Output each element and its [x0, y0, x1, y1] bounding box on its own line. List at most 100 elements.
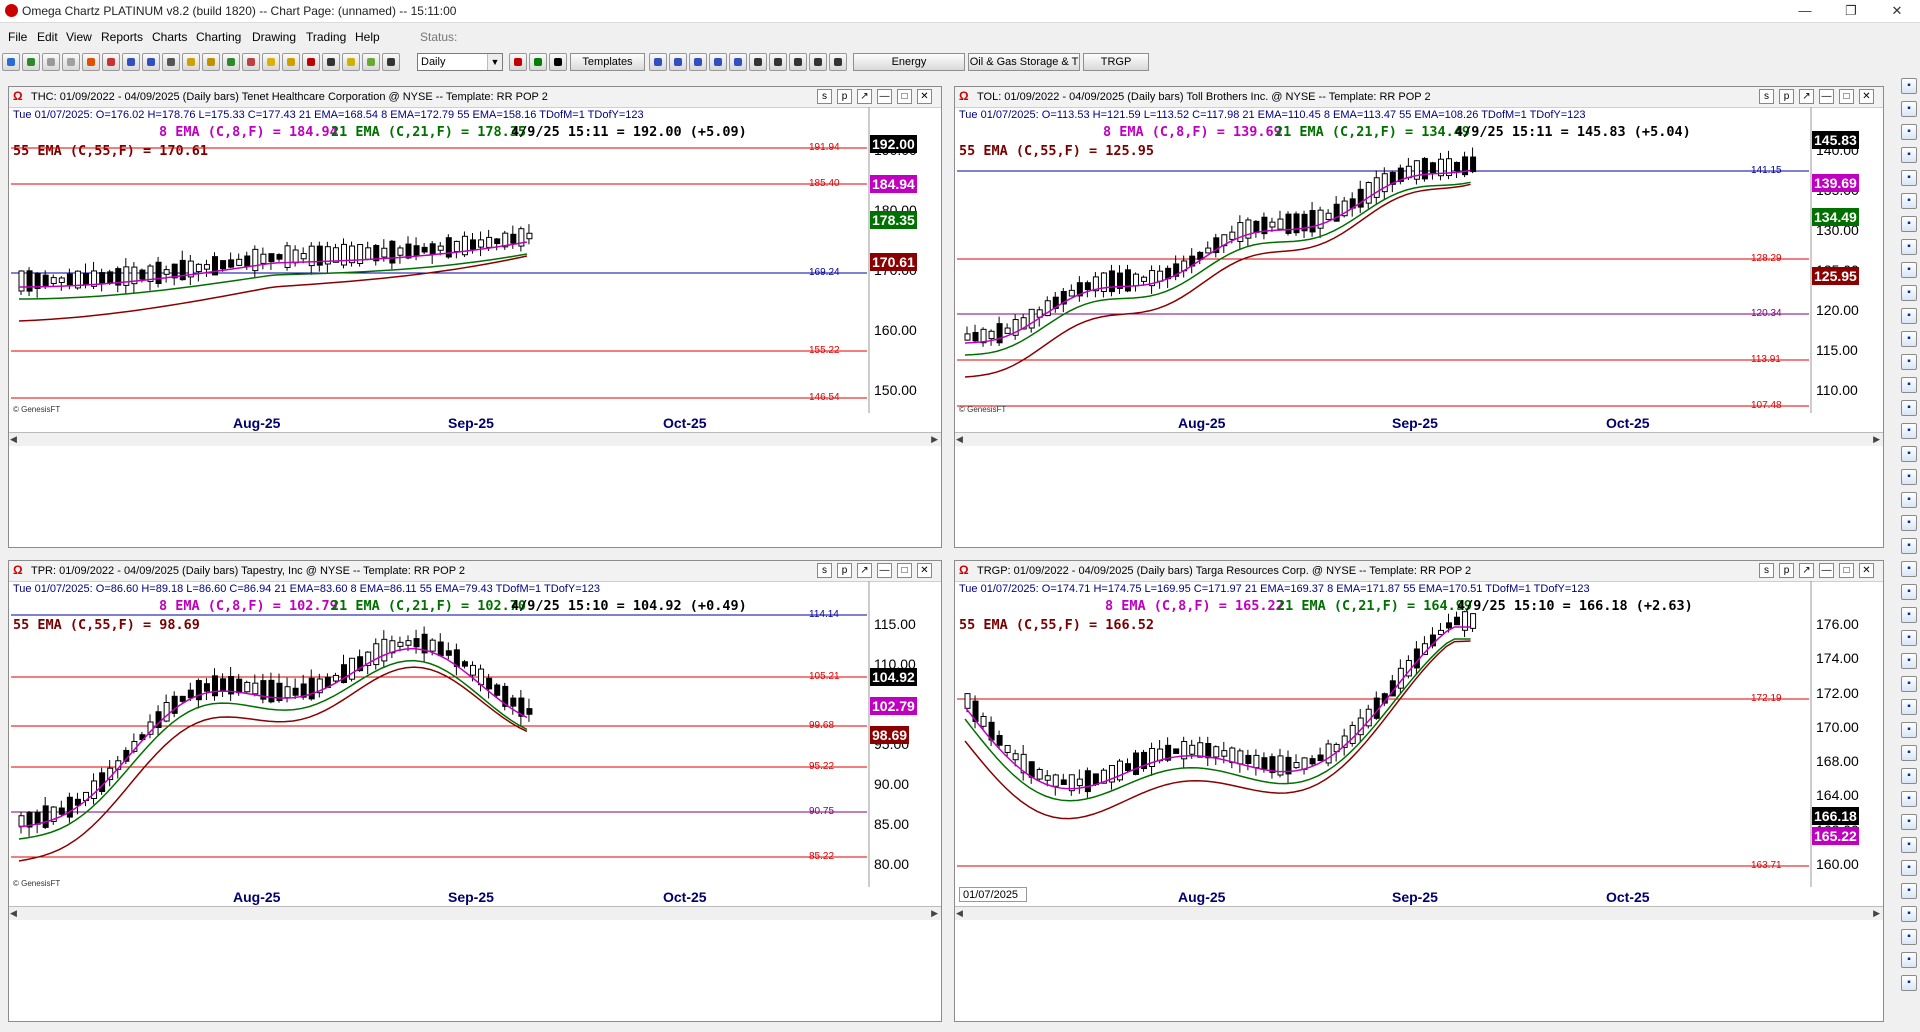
sort-icon[interactable] [709, 53, 727, 71]
snapshot-icon[interactable]: ▪ [1901, 768, 1917, 784]
chart-icon[interactable] [362, 53, 380, 71]
target-icon[interactable] [302, 53, 320, 71]
tab-oil-gas[interactable]: Oil & Gas Storage & T [968, 53, 1080, 71]
candle-icon[interactable] [529, 53, 547, 71]
wave-icon[interactable]: ▪ [1901, 837, 1917, 853]
price-chart[interactable] [9, 561, 942, 1022]
menu-drawing[interactable]: Drawing [252, 30, 296, 44]
line-chart-icon[interactable] [549, 53, 567, 71]
redo-icon[interactable]: ▪ [1901, 676, 1917, 692]
layers-icon[interactable]: ▪ [1901, 584, 1917, 600]
menu-view[interactable]: View [66, 30, 92, 44]
tab-energy[interactable]: Energy [853, 53, 965, 71]
note-icon[interactable]: ▪ [1901, 791, 1917, 807]
magnifier-icon[interactable]: ▪ [1901, 101, 1917, 117]
up-down-icon[interactable] [669, 53, 687, 71]
exit-icon[interactable] [382, 53, 400, 71]
pitchfork-icon[interactable]: ▪ [1901, 492, 1917, 508]
grid-icon[interactable] [122, 53, 140, 71]
move-icon[interactable] [809, 53, 827, 71]
line-style-icon[interactable]: ▪ [1901, 929, 1917, 945]
chart-panel-tol[interactable]: Ω TOL: 01/09/2022 - 04/09/2025 (Daily bar… [954, 86, 1884, 548]
fibonacci-icon[interactable]: ▪ [1901, 446, 1917, 462]
pencil-tool-icon[interactable]: ▪ [1901, 193, 1917, 209]
camera-icon[interactable] [322, 53, 340, 71]
scroll-left-icon[interactable]: ◀ [10, 434, 17, 445]
list-icon[interactable] [142, 53, 160, 71]
horizontal-scrollbar[interactable]: ◀ ▶ [955, 906, 1883, 920]
menu-lines-icon[interactable] [829, 53, 847, 71]
people-icon[interactable] [649, 53, 667, 71]
ellipse-icon[interactable]: ▪ [1901, 423, 1917, 439]
scroll-left-icon[interactable]: ◀ [956, 908, 963, 919]
arrows-icon[interactable] [789, 53, 807, 71]
delete-icon[interactable]: ▪ [1901, 745, 1917, 761]
lock-icon[interactable]: ▪ [1901, 607, 1917, 623]
menu-file[interactable]: File [8, 30, 27, 44]
menu-help[interactable]: Help [355, 30, 380, 44]
date-field[interactable]: 01/07/2025 [959, 887, 1027, 902]
scroll-right-icon[interactable]: ▶ [1873, 908, 1880, 919]
rectangle-icon[interactable]: ▪ [1901, 400, 1917, 416]
tiles-icon[interactable] [729, 53, 747, 71]
book-icon[interactable] [222, 53, 240, 71]
price-chart[interactable] [955, 87, 1884, 548]
crosshair-icon[interactable]: ▪ [1901, 124, 1917, 140]
key-icon[interactable] [282, 53, 300, 71]
flag-icon[interactable]: ▪ [1901, 906, 1917, 922]
scroll-left-icon[interactable]: ◀ [956, 434, 963, 445]
templates-button[interactable]: Templates [570, 53, 645, 71]
scan-icon[interactable] [102, 53, 120, 71]
restore-button[interactable]: ❐ [1828, 0, 1874, 22]
notes-icon[interactable] [62, 53, 80, 71]
horizontal-line-icon[interactable]: ▪ [1901, 262, 1917, 278]
magnet-icon[interactable]: ▪ [1901, 630, 1917, 646]
scroll-right-icon[interactable]: ▶ [931, 908, 938, 919]
arrow-down-icon[interactable]: ▪ [1901, 354, 1917, 370]
cursor-icon[interactable]: ▪ [1901, 78, 1917, 94]
bar-chart-icon[interactable] [509, 53, 527, 71]
scroll-right-icon[interactable]: ▶ [931, 434, 938, 445]
ray-icon[interactable]: ▪ [1901, 308, 1917, 324]
menu-charts[interactable]: Charts [152, 30, 187, 44]
gann-icon[interactable]: ▪ [1901, 469, 1917, 485]
chart-panel-thc[interactable]: Ω THC: 01/09/2022 - 04/09/2025 (Daily bar… [8, 86, 942, 548]
channel-icon[interactable]: ▪ [1901, 216, 1917, 232]
grid-tool-icon[interactable]: ▪ [1901, 860, 1917, 876]
trendline-icon[interactable]: ▪ [1901, 170, 1917, 186]
horizontal-scrollbar[interactable]: ◀ ▶ [9, 906, 941, 920]
hand-icon[interactable]: ▪ [1901, 147, 1917, 163]
eraser-icon[interactable]: ▪ [1901, 538, 1917, 554]
menu-reports[interactable]: Reports [101, 30, 143, 44]
tab-trgp[interactable]: TRGP [1083, 53, 1149, 71]
close-button[interactable]: ✕ [1874, 0, 1920, 22]
horizontal-scrollbar[interactable]: ◀ ▶ [9, 432, 941, 446]
columns-icon[interactable] [689, 53, 707, 71]
text-tool-icon[interactable]: ▪ [1901, 377, 1917, 393]
alert-icon[interactable] [82, 53, 100, 71]
period-select[interactable]: Daily ▼ [417, 53, 503, 71]
pencil-icon[interactable] [202, 53, 220, 71]
chart-panel-tpr[interactable]: Ω TPR: 01/09/2022 - 04/09/2025 (Daily bar… [8, 560, 942, 1022]
undo-icon[interactable]: ▪ [1901, 653, 1917, 669]
price-chart[interactable] [9, 87, 942, 548]
scroll-left-icon[interactable]: ◀ [10, 908, 17, 919]
color-icon[interactable]: ▪ [1901, 561, 1917, 577]
menu-trading[interactable]: Trading [306, 30, 346, 44]
alert-bell-icon[interactable]: ▪ [1901, 722, 1917, 738]
menu-charting[interactable]: Charting [196, 30, 241, 44]
chart-panel-trgp[interactable]: Ω TRGP: 01/09/2022 - 04/09/2025 (Daily ba… [954, 560, 1884, 1022]
vertical-line-icon[interactable]: ▪ [1901, 285, 1917, 301]
star-icon[interactable]: ▪ [1901, 883, 1917, 899]
arrow-up-icon[interactable]: ▪ [1901, 331, 1917, 347]
lightning-icon[interactable] [262, 53, 280, 71]
page-icon[interactable] [42, 53, 60, 71]
ruler-icon[interactable] [182, 53, 200, 71]
refresh-icon[interactable]: ▪ [1901, 975, 1917, 991]
money-icon[interactable] [342, 53, 360, 71]
grid2-icon[interactable] [242, 53, 260, 71]
ruler-tool-icon[interactable]: ▪ [1901, 814, 1917, 830]
v-split-icon[interactable] [769, 53, 787, 71]
cycle-icon[interactable]: ▪ [1901, 515, 1917, 531]
settings-icon[interactable]: ▪ [1901, 699, 1917, 715]
